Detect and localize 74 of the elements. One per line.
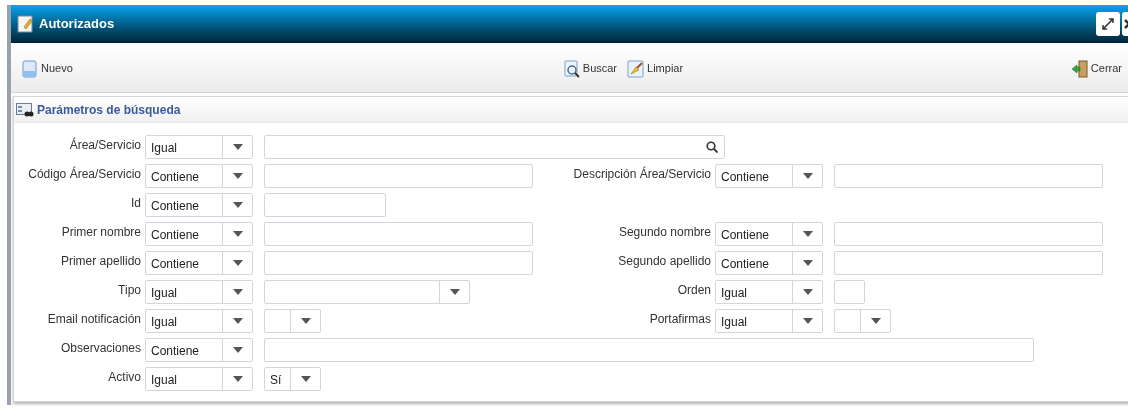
operator-dropdown[interactable]: Contiene	[145, 222, 253, 246]
field-label: Activo	[107, 369, 141, 386]
caret-icon	[870, 318, 881, 324]
caret-icon	[300, 318, 311, 324]
caret-icon	[802, 318, 813, 324]
text-field[interactable]	[834, 164, 1103, 188]
field-label: Código Área/Servicio	[27, 165, 141, 183]
operator-dropdown[interactable]: Igual	[145, 280, 253, 304]
maximize-button[interactable]	[1096, 12, 1120, 36]
operator-dropdown[interactable]: Contiene	[145, 251, 253, 275]
broom-icon	[627, 59, 646, 78]
operator-dropdown[interactable]: Contiene	[715, 251, 823, 275]
field-label: Primer apellido	[59, 253, 141, 270]
text-field[interactable]	[834, 280, 865, 304]
caret-icon	[802, 260, 813, 266]
caret-icon	[300, 376, 311, 382]
caret-icon	[232, 347, 243, 353]
field-label: Portafirmas	[648, 311, 711, 328]
caret-icon	[232, 376, 243, 382]
operator-dropdown[interactable]: Contiene	[715, 164, 823, 188]
window-title: Autorizados	[39, 15, 115, 34]
caret-icon	[802, 289, 813, 295]
value-dropdown[interactable]: Sí	[264, 367, 321, 391]
text-field[interactable]	[834, 222, 1103, 246]
operator-dropdown[interactable]: Contiene	[715, 222, 823, 246]
caret-icon	[449, 289, 460, 295]
magnifier-page-icon	[562, 59, 581, 78]
toolbar-button[interactable]: Cerrar	[1070, 58, 1122, 79]
value-dropdown[interactable]	[834, 309, 891, 333]
search-icon	[706, 141, 718, 153]
caret-icon	[232, 173, 243, 179]
section-title: Parámetros de búsqueda	[37, 101, 181, 119]
field-label: Email notificación	[46, 311, 141, 328]
text-field[interactable]	[264, 164, 533, 188]
caret-icon	[232, 318, 243, 324]
caret-icon	[232, 144, 243, 150]
caret-icon	[802, 231, 813, 237]
operator-dropdown[interactable]: Igual	[715, 280, 823, 304]
page-icon	[21, 59, 39, 78]
caret-icon	[232, 202, 243, 208]
text-field[interactable]	[264, 222, 533, 246]
text-field[interactable]	[264, 338, 1034, 362]
field-label: Área/Servicio	[68, 136, 141, 154]
operator-dropdown[interactable]: Contiene	[145, 164, 253, 188]
value-dropdown[interactable]	[264, 309, 321, 333]
toolbar-button[interactable]: Limpiar	[627, 58, 684, 79]
caret-icon	[232, 289, 243, 295]
caret-icon	[232, 231, 243, 237]
caret-icon	[232, 260, 243, 266]
exit-door-icon	[1070, 59, 1089, 78]
operator-dropdown[interactable]: Igual	[145, 367, 253, 391]
operator-dropdown[interactable]: Contiene	[145, 338, 253, 362]
field-label: Segundo apellido	[617, 253, 711, 270]
field-label: Observaciones	[59, 340, 141, 357]
operator-dropdown[interactable]: Igual	[145, 309, 253, 333]
toolbar-button[interactable]: Buscar	[562, 58, 618, 79]
expand-icon	[1101, 17, 1115, 31]
field-label: Segundo nombre	[617, 224, 711, 241]
field-label: Primer nombre	[60, 224, 141, 241]
document-edit-icon	[17, 15, 35, 33]
value-dropdown[interactable]	[264, 280, 470, 304]
operator-dropdown[interactable]: Contiene	[145, 193, 253, 217]
field-label: Tipo	[117, 282, 141, 299]
text-field[interactable]	[264, 251, 533, 275]
operator-dropdown[interactable]: Igual	[715, 309, 823, 333]
search-field[interactable]	[264, 135, 725, 159]
field-label: Descripción Área/Servicio	[572, 165, 711, 183]
operator-dropdown[interactable]: Igual	[145, 135, 253, 159]
caret-icon	[802, 173, 813, 179]
field-label: Id	[130, 195, 141, 212]
text-field[interactable]	[264, 193, 386, 217]
field-label: Orden	[676, 282, 711, 299]
text-field[interactable]	[834, 251, 1103, 275]
toolbar-button[interactable]: Nuevo	[21, 58, 73, 79]
